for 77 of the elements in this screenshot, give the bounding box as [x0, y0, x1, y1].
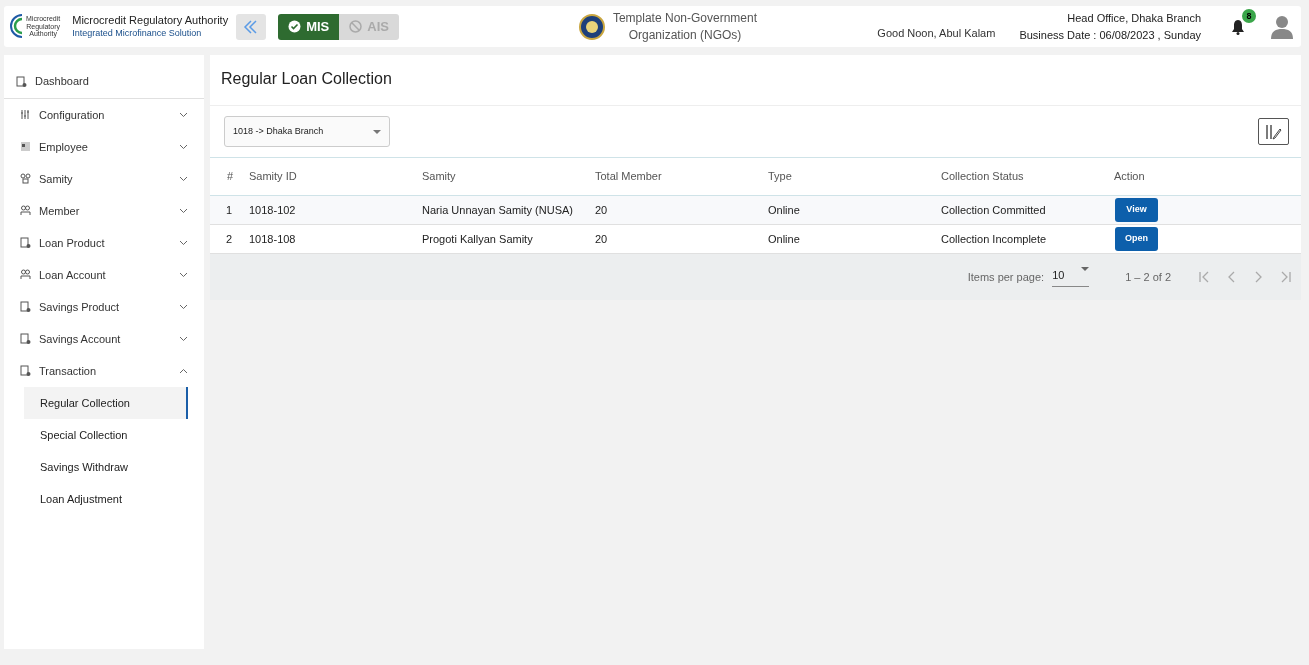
table-cell: Progoti Kallyan Samity	[422, 224, 595, 254]
last-page-button[interactable]	[1280, 271, 1291, 283]
sidebar-item[interactable]: Savings Product	[4, 291, 204, 323]
previous-page-button[interactable]	[1226, 271, 1237, 283]
table-cell: 20	[595, 224, 768, 254]
collapse-sidebar-button[interactable]	[236, 13, 267, 40]
document-icon	[20, 301, 31, 313]
page-title: Regular Loan Collection	[210, 55, 1301, 106]
column-header: #	[210, 157, 249, 196]
table-cell: 20	[595, 195, 768, 225]
blocked-icon	[349, 20, 363, 33]
submenu-item[interactable]: Special Collection	[24, 419, 188, 451]
submenu-item[interactable]: Loan Adjustment	[24, 483, 188, 515]
column-header: Type	[768, 157, 941, 196]
table-cell: Online	[768, 224, 941, 254]
chevron-right-icon	[1253, 271, 1264, 283]
emblem-icon	[578, 13, 605, 40]
people-icon	[20, 269, 31, 281]
items-per-page-label: Items per page:	[967, 269, 1045, 285]
table-cell: Naria Unnayan Samity (NUSA)	[422, 195, 595, 225]
notification-count: 8	[1242, 8, 1256, 23]
sliders-icon	[20, 109, 31, 121]
table-cell: 2	[210, 224, 249, 254]
caret-down-icon	[1081, 267, 1090, 272]
caret-down-icon	[373, 129, 381, 134]
column-header: Samity ID	[249, 157, 422, 196]
ngo-name: Template Non-Government Organization (NGOs)	[612, 10, 757, 43]
notification-button[interactable]	[1231, 18, 1245, 35]
org-subtitle: Integrated Microfinance Solution	[72, 26, 203, 40]
check-circle-icon	[288, 20, 302, 33]
page-range: 1 – 2 of 2	[1125, 269, 1171, 285]
greeting: Good Noon, Abul Kalam	[877, 25, 996, 41]
table-cell: 1	[210, 195, 249, 225]
table-cell: Collection Committed	[941, 195, 1114, 225]
people-icon	[20, 205, 31, 217]
column-header: Samity	[422, 157, 595, 196]
branch-select[interactable]: 1018 -> Dhaka Branch	[224, 116, 390, 147]
chevron-left-icon	[1226, 271, 1237, 283]
business-date: Business Date : 06/08/2023 , Sunday	[1019, 27, 1201, 43]
document-icon	[20, 333, 31, 345]
last-page-icon	[1280, 271, 1291, 283]
page-size-select[interactable]: 10	[1052, 267, 1090, 287]
next-page-button[interactable]	[1253, 271, 1264, 283]
first-page-icon	[1199, 271, 1210, 283]
group-icon	[20, 173, 31, 185]
sidebar-item[interactable]: Samity	[4, 163, 204, 195]
document-icon	[20, 237, 31, 249]
row-action-button[interactable]: Open	[1115, 227, 1158, 251]
document-icon	[16, 75, 27, 88]
sidebar-item[interactable]: Savings Account	[4, 323, 204, 355]
logo-rings-icon	[10, 14, 22, 39]
office-name: Head Office, Dhaka Branch	[1066, 11, 1201, 26]
table-cell: 1018-102	[249, 195, 422, 225]
first-page-button[interactable]	[1199, 271, 1210, 283]
sidebar-item[interactable]: Configuration	[4, 99, 204, 131]
user-avatar-icon[interactable]	[1271, 14, 1293, 39]
table-cell: Collection Incomplete	[941, 224, 1114, 254]
column-edit-button[interactable]	[1258, 118, 1289, 145]
sidebar-item[interactable]: Loan Account	[4, 259, 204, 291]
bell-icon	[1231, 18, 1245, 35]
sidebar-item[interactable]: Employee	[4, 131, 204, 163]
submenu-item[interactable]: Regular Collection	[24, 387, 188, 419]
id-card-icon	[20, 141, 31, 153]
column-header: Collection Status	[941, 157, 1114, 196]
sidebar-item[interactable]: Member	[4, 195, 204, 227]
org-name: Microcredit Regulatory Authority	[72, 12, 229, 27]
document-icon	[20, 365, 31, 377]
table-cell: Online	[768, 195, 941, 225]
mode-toggle[interactable]: MIS	[278, 13, 340, 40]
table-cell: 1018-108	[249, 224, 422, 254]
column-header: Total Member	[595, 157, 768, 196]
submenu-item[interactable]: Savings Withdraw	[24, 451, 188, 483]
column-header: Action	[1114, 157, 1301, 196]
columns-edit-icon	[1264, 122, 1283, 141]
sidebar-item[interactable]: Loan Product	[4, 227, 204, 259]
row-action-button[interactable]: View	[1115, 198, 1158, 222]
sidebar-item[interactable]: Transaction	[4, 355, 204, 387]
